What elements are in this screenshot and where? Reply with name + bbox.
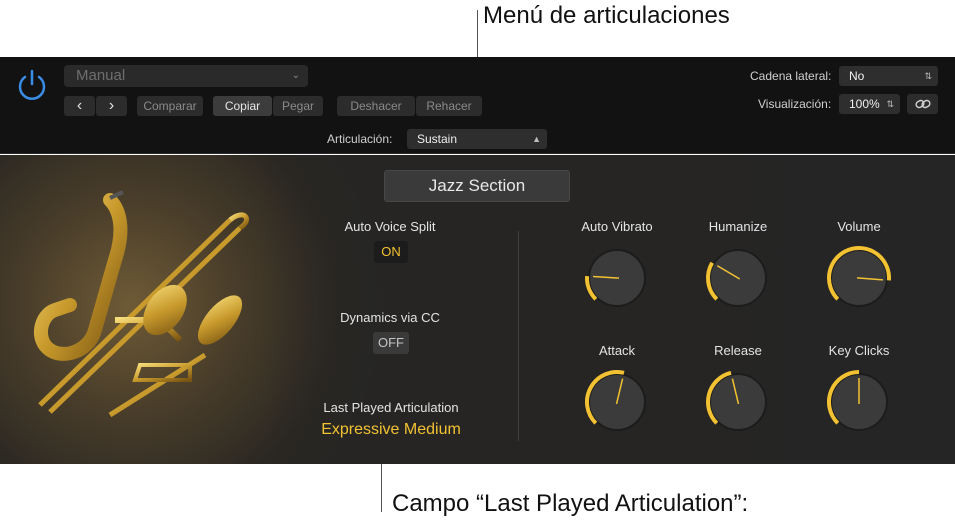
knob-attack[interactable] [582, 367, 652, 437]
undo-button[interactable]: Deshacer [337, 96, 415, 116]
chevron-down-icon: ⌄ [291, 70, 300, 81]
copy-button[interactable]: Copiar [213, 96, 272, 116]
callout-articulation-menu: Menú de articulaciones [483, 2, 730, 29]
prev-preset-button[interactable]: ‹ [64, 96, 95, 116]
callout-last-played-field: Campo “Last Played Articulation”: [392, 490, 749, 517]
knob-volume[interactable] [824, 243, 894, 313]
paste-button[interactable]: Pegar [273, 96, 323, 116]
last-played-articulation-label: Last Played Articulation [323, 400, 459, 415]
view-zoom-value: 100% [849, 97, 880, 111]
next-preset-button[interactable]: › [96, 96, 127, 116]
knob-release[interactable] [703, 367, 773, 437]
instrument-panel: Jazz Section Auto Voice Split ON Dynamic… [0, 155, 955, 464]
redo-button[interactable]: Rehacer [416, 96, 482, 116]
instrument-title: Jazz Section [384, 170, 570, 202]
articulation-value: Sustain [417, 132, 458, 146]
power-icon[interactable] [14, 67, 50, 103]
knob-key-clicks[interactable] [824, 367, 894, 437]
view-zoom-menu[interactable]: 100% ⇅ [839, 94, 900, 114]
knob-label-release: Release [714, 343, 762, 358]
articulation-menu[interactable]: Sustain ▲ [407, 129, 547, 149]
auto-voice-split-label: Auto Voice Split [344, 219, 436, 234]
link-button[interactable] [907, 94, 938, 114]
preset-menu[interactable]: Manual ⌄ [64, 65, 308, 87]
view-label: Visualización: [758, 97, 832, 111]
auto-voice-split-toggle[interactable]: ON [374, 241, 408, 263]
knob-auto-vibrato[interactable] [582, 243, 652, 313]
sidechain-value: No [849, 69, 865, 83]
up-down-arrows-icon: ⇅ [886, 99, 894, 109]
knob-label-attack: Attack [598, 343, 636, 358]
dynamics-via-cc-toggle[interactable]: OFF [373, 332, 409, 354]
knob-label-humanize: Humanize [708, 219, 768, 234]
link-icon [914, 99, 931, 109]
sidechain-menu[interactable]: No ⇅ [839, 66, 938, 86]
compare-button[interactable]: Comparar [137, 96, 203, 116]
up-down-arrows-icon: ⇅ [924, 71, 932, 81]
knob-label-key-clicks: Key Clicks [828, 343, 890, 358]
preset-name: Manual [76, 67, 126, 84]
knob-humanize[interactable] [703, 243, 773, 313]
plugin-header: Manual ⌄ ‹ › Comparar Copiar Pegar Desha… [0, 57, 955, 154]
brass-instruments-image [34, 190, 249, 418]
articulation-label: Articulación: [327, 132, 393, 146]
last-played-articulation-value: Expressive Medium [321, 421, 461, 438]
up-down-arrows-icon: ▲ [532, 134, 541, 144]
panel-divider [518, 231, 519, 441]
knob-label-volume: Volume [837, 219, 881, 234]
knob-label-auto-vibrato: Auto Vibrato [581, 219, 653, 234]
sidechain-label: Cadena lateral: [750, 69, 832, 83]
dynamics-via-cc-label: Dynamics via CC [340, 310, 440, 325]
